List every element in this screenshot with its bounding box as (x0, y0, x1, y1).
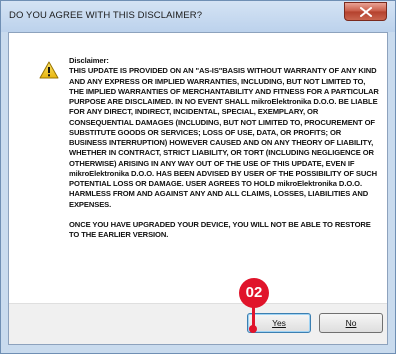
title-bar[interactable]: DO YOU AGREE WITH THIS DISCLAIMER? (1, 1, 395, 32)
disclaimer-body: THIS UPDATE IS PROVIDED ON AN "AS-IS"BAS… (69, 66, 379, 209)
no-button-label: No (345, 318, 357, 328)
dialog-window: DO YOU AGREE WITH THIS DISCLAIMER? Discl… (0, 0, 396, 354)
close-button[interactable] (344, 2, 387, 21)
disclaimer-heading: Disclaimer: (69, 56, 109, 65)
warning-icon (39, 61, 59, 79)
close-icon (360, 7, 372, 17)
step-marker: 02 (239, 278, 269, 308)
yes-button-label: Yes (272, 318, 286, 328)
upgrade-warning: ONCE YOU HAVE UPGRADED YOUR DEVICE, YOU … (69, 219, 371, 239)
window-title: DO YOU AGREE WITH THIS DISCLAIMER? (9, 10, 203, 21)
dialog-content: Disclaimer: THIS UPDATE IS PROVIDED ON A… (8, 32, 388, 345)
button-bar: Yes No (9, 303, 387, 344)
no-button[interactable]: No (319, 313, 383, 333)
step-marker-dot (249, 325, 257, 333)
disclaimer-text: Disclaimer: THIS UPDATE IS PROVIDED ON A… (69, 56, 379, 240)
